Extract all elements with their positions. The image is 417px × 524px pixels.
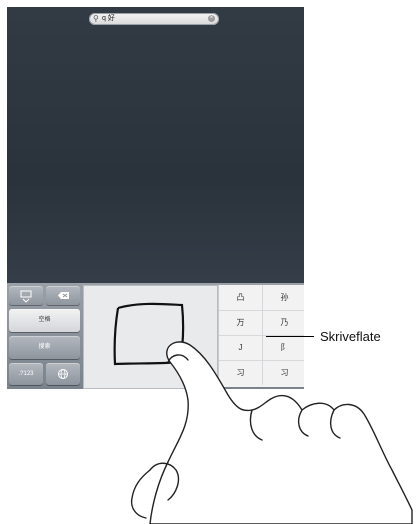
hand-illustration <box>113 302 413 524</box>
callout-line <box>266 336 314 337</box>
finger-icon <box>130 341 413 524</box>
callout-label: Skriveflate <box>320 329 381 344</box>
